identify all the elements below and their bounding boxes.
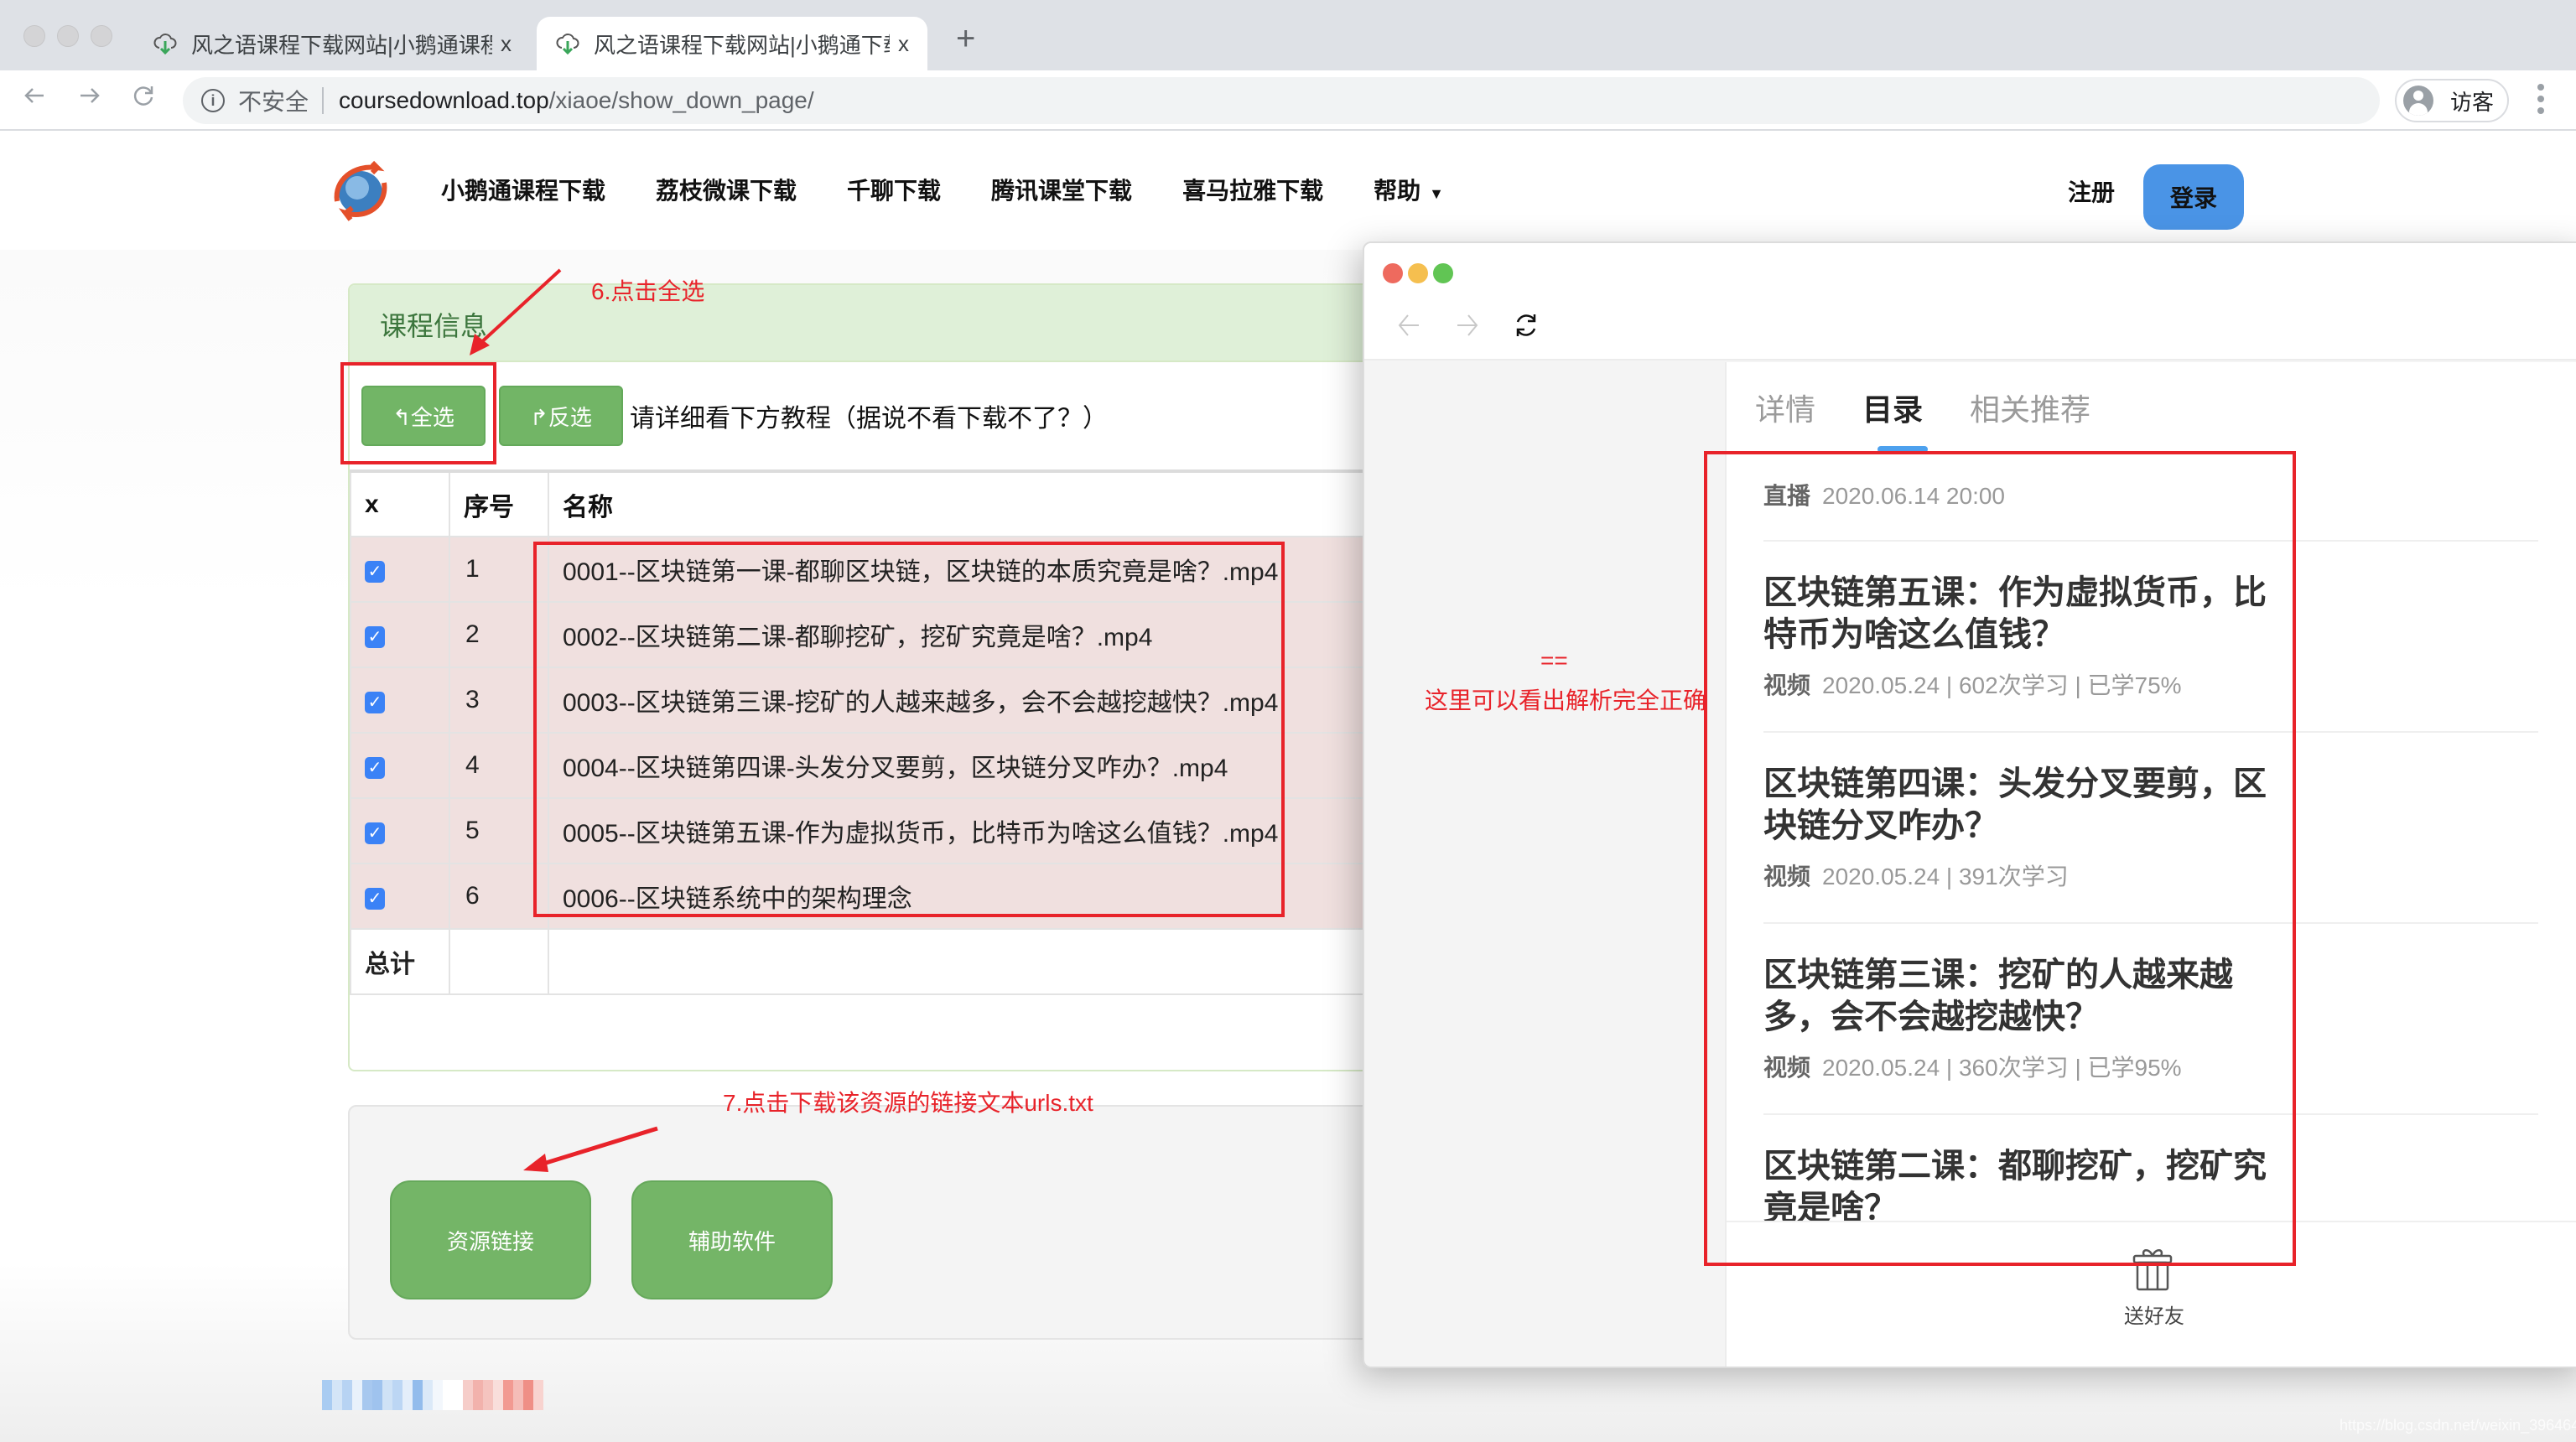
popup-close-button[interactable]: [1383, 263, 1403, 283]
total-row: 总计: [350, 928, 1436, 995]
caret-down-icon: ▼: [1429, 185, 1444, 202]
popup-minimize-button[interactable]: [1408, 263, 1428, 283]
helper-software-button[interactable]: 辅助软件: [631, 1180, 833, 1299]
address-bar[interactable]: i 不安全 coursedownload.top/xiaoe/show_down…: [183, 77, 2380, 124]
annotation-step7: 7.点击下载该资源的链接文本urls.txt: [723, 1090, 1093, 1116]
avatar-icon: [2403, 86, 2433, 116]
nav-link-tencent[interactable]: 腾讯课堂下载: [991, 173, 1132, 206]
popup-forward-button[interactable]: [1455, 310, 1480, 347]
arrow-right-icon: [80, 88, 100, 103]
popup-reload-button[interactable]: [1512, 310, 1540, 347]
total-count: [449, 928, 549, 995]
cloud-download-icon: [555, 31, 580, 56]
tab-title: 风之语课程下载网站|小鹅通下载: [594, 32, 890, 58]
download-actions-panel: 资源链接 辅助软件: [348, 1105, 1438, 1340]
popup-titlebar: [1364, 243, 2576, 360]
col-header-check: x: [350, 469, 450, 537]
browser-toolbar: i 不安全 coursedownload.top/xiaoe/show_down…: [0, 70, 2576, 131]
annotation-step6: 6.点击全选: [591, 278, 705, 304]
nav-link-xiaoe[interactable]: 小鹅通课程下载: [441, 173, 605, 206]
highlight-course-names: [533, 542, 1285, 917]
profile-label: 访客: [2450, 89, 2495, 115]
tab-close-button[interactable]: x: [501, 31, 512, 57]
nav-link-lizhi[interactable]: 荔枝微课下载: [656, 173, 797, 206]
info-icon[interactable]: i: [201, 89, 225, 112]
row-checkbox[interactable]: ✓: [365, 625, 385, 648]
invert-selection-button[interactable]: ↱反选: [499, 386, 623, 446]
browser-tab-2[interactable]: 风之语课程下载网站|小鹅通下载 x: [537, 17, 927, 70]
tab-catalog[interactable]: 目录: [1862, 386, 1923, 429]
arrow-left-icon: [1398, 314, 1419, 336]
login-button[interactable]: 登录: [2143, 164, 2244, 230]
register-link[interactable]: 注册: [2068, 174, 2115, 208]
row-checkbox[interactable]: ✓: [365, 756, 385, 779]
security-label: 不安全: [238, 89, 309, 115]
selection-toolbar: ↰全选 ↱反选 请详细看下方教程（据说不看下载不了？）: [350, 362, 1436, 469]
browser-tab-1[interactable]: 风之语课程下载网站|小鹅通课程 x: [134, 17, 530, 70]
highlight-select-all: [340, 362, 496, 464]
tab-title: 风之语课程下载网站|小鹅通课程: [191, 32, 492, 58]
back-button[interactable]: [22, 82, 47, 116]
divider: [322, 87, 325, 114]
nav-link-help[interactable]: 帮助 ▼: [1374, 173, 1444, 206]
reload-icon: [133, 86, 153, 106]
site-logo[interactable]: [329, 159, 392, 223]
arrow-left-icon: [24, 88, 44, 103]
url-path: /xiaoe/show_down_page/: [548, 87, 814, 113]
row-checkbox[interactable]: ✓: [365, 887, 385, 910]
annotation-parse-correct: 这里可以看出解析完全正确: [1425, 687, 1707, 713]
highlight-catalog: [1704, 451, 2296, 1266]
nav-link-ximalaya[interactable]: 喜马拉雅下载: [1182, 173, 1323, 206]
nav-link-qianliao[interactable]: 千聊下载: [847, 173, 941, 206]
window-close-button[interactable]: [23, 25, 45, 47]
reload-button[interactable]: [131, 82, 156, 116]
window-zoom-button[interactable]: [91, 25, 112, 47]
help-label: 帮助: [1374, 178, 1421, 204]
annotation-eq: ==: [1540, 647, 1568, 673]
forward-button[interactable]: [77, 82, 102, 116]
window-minimize-button[interactable]: [57, 25, 79, 47]
total-value: [548, 928, 1436, 995]
row-checkbox[interactable]: ✓: [365, 822, 385, 844]
site-navbar: 小鹅通课程下载 荔枝微课下载 千聊下载 腾讯课堂下载 喜马拉雅下载 帮助 ▼ 注册…: [0, 132, 2576, 250]
url-host: coursedownload.top: [339, 87, 549, 113]
tab-close-button[interactable]: x: [898, 31, 909, 57]
total-label: 总计: [350, 928, 450, 995]
browser-tab-bar: 风之语课程下载网站|小鹅通课程 x 风之语课程下载网站|小鹅通下载 x +: [0, 0, 2576, 70]
row-checkbox[interactable]: ✓: [365, 560, 385, 583]
profile-button[interactable]: 访客: [2395, 79, 2509, 122]
tutorial-hint: 请详细看下方教程（据说不看下载不了？）: [630, 405, 1108, 433]
arrow-right-icon: [1457, 314, 1478, 336]
col-header-name: 名称: [548, 469, 1436, 537]
reload-icon: [1516, 314, 1536, 336]
row-checkbox[interactable]: ✓: [365, 691, 385, 713]
share-friend-label[interactable]: 送好友: [1727, 1299, 2576, 1329]
panel-title: 课程信息: [350, 285, 1436, 362]
kebab-menu-icon[interactable]: [2537, 84, 2546, 114]
resource-links-button[interactable]: 资源链接: [390, 1180, 591, 1299]
nav-links: 小鹅通课程下载 荔枝微课下载 千聊下载 腾讯课堂下载 喜马拉雅下载 帮助 ▼: [441, 173, 1444, 206]
popup-back-button[interactable]: [1396, 310, 1421, 347]
tab-recommend[interactable]: 相关推荐: [1970, 386, 2090, 429]
blurred-text: [322, 1380, 543, 1410]
cloud-download-icon: [153, 31, 178, 56]
new-tab-button[interactable]: +: [956, 22, 975, 55]
table-header-row: x 序号 名称: [350, 469, 1436, 537]
popup-zoom-button[interactable]: [1433, 263, 1453, 283]
col-header-index: 序号: [449, 469, 549, 537]
tab-details[interactable]: 详情: [1755, 386, 1815, 429]
catalog-tabs: 详情 目录 相关推荐: [1755, 386, 2090, 429]
watermark: https://blog.csdn.net/weixin_39646458: [2340, 1417, 2576, 1434]
